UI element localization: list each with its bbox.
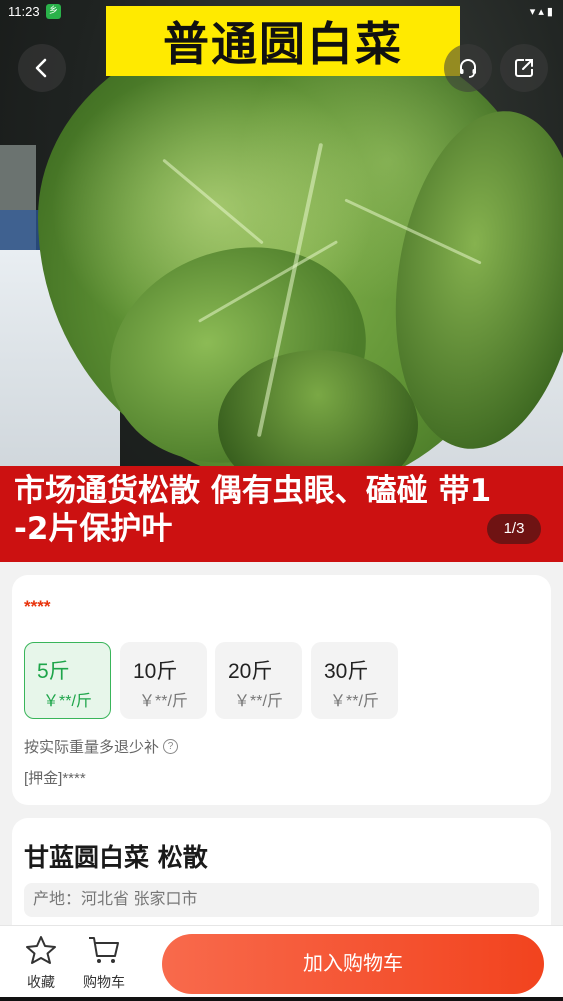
- spec-unit-price: ￥**/斤: [234, 693, 283, 710]
- bottom-action-bar: 收藏 购物车 加入购物车: [0, 925, 563, 1001]
- deposit-text: [押金]****: [24, 770, 86, 787]
- product-name: 甘蓝圆白菜 松散: [24, 843, 208, 872]
- spec-option-20[interactable]: 20斤 ￥**/斤: [215, 642, 302, 719]
- spec-unit-price: ￥**/斤: [43, 693, 92, 710]
- hero-title: 普通圆白菜: [163, 17, 403, 71]
- cart-button[interactable]: 购物车: [76, 934, 132, 992]
- spec-option-10[interactable]: 10斤 ￥**/斤: [120, 642, 207, 719]
- favorite-button[interactable]: 收藏: [13, 934, 69, 992]
- price: ****: [24, 597, 51, 616]
- favorite-label: 收藏: [27, 974, 55, 990]
- spec-weight: 30斤: [324, 660, 369, 683]
- home-indicator: [0, 997, 563, 1001]
- promo-banner: 市场通货松散 偶有虫眼、磕碰 带1 -2片保护叶: [0, 466, 563, 562]
- headset-icon: [460, 59, 476, 78]
- hero-title-banner: 普通圆白菜: [106, 6, 460, 76]
- cart-icon: [89, 937, 119, 963]
- leaf-vein: [162, 158, 264, 245]
- spec-unit-price: ￥**/斤: [139, 693, 188, 710]
- star-icon: [26, 936, 56, 964]
- status-signal-icons: ▾ ▴ ▮: [529, 6, 553, 18]
- chevron-left-icon: [35, 58, 47, 78]
- promo-line-1: 市场通货松散 偶有虫眼、磕碰 带1: [14, 473, 492, 509]
- spec-option-5[interactable]: 5斤 ￥**/斤: [24, 642, 111, 719]
- spec-card: **** 5斤 ￥**/斤 10斤 ￥**/斤 20斤 ￥**/斤 30斤 ￥*…: [12, 575, 551, 805]
- image-page-indicator: 1/3: [487, 514, 541, 544]
- status-app-icon: 乡: [46, 4, 61, 19]
- origin-info: 产地：河北省 张家口市: [24, 883, 539, 917]
- back-button[interactable]: [18, 44, 66, 92]
- promo-line-2: -2片保护叶: [14, 511, 173, 547]
- refund-note: 按实际重量多退少补 ?: [24, 736, 179, 757]
- share-icon: [515, 59, 533, 77]
- spec-weight: 20斤: [228, 660, 273, 683]
- spec-weight: 5斤: [37, 660, 70, 683]
- spec-weight: 10斤: [133, 660, 178, 683]
- spec-unit-price: ￥**/斤: [330, 693, 379, 710]
- spec-option-30[interactable]: 30斤 ￥**/斤: [311, 642, 398, 719]
- question-icon[interactable]: ?: [163, 739, 179, 754]
- customer-service-button[interactable]: [444, 44, 492, 92]
- product-image-carousel[interactable]: 普通圆白菜 11:23 乡 ▾ ▴ ▮ 市场通货松散 偶有虫眼、磕碰 带1 -2…: [0, 0, 563, 562]
- share-button[interactable]: [500, 44, 548, 92]
- add-to-cart-button[interactable]: 加入购物车: [162, 934, 544, 994]
- cart-label: 购物车: [83, 974, 125, 990]
- refund-note-text: 按实际重量多退少补: [24, 739, 160, 756]
- status-time: 11:23: [8, 4, 40, 19]
